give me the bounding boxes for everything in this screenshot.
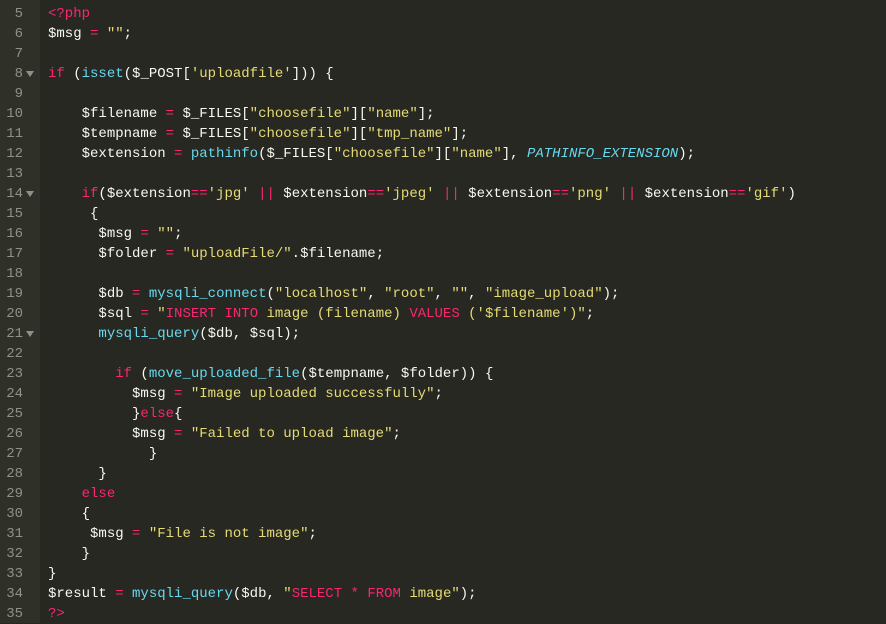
code-line[interactable]: $msg = ""; (48, 24, 796, 44)
line-number: 28 (4, 464, 34, 484)
line-number: 34 (4, 584, 34, 604)
line-number: 35 (4, 604, 34, 624)
line-number: 23 (4, 364, 34, 384)
line-number: 20 (4, 304, 34, 324)
code-line[interactable]: mysqli_query($db, $sql); (48, 324, 796, 344)
code-line[interactable]: } (48, 464, 796, 484)
line-number: 15 (4, 204, 34, 224)
code-line[interactable]: ?> (48, 604, 796, 624)
line-number: 29 (4, 484, 34, 504)
code-line[interactable]: $filename = $_FILES["choosefile"]["name"… (48, 104, 796, 124)
code-line[interactable]: $msg = "Failed to upload image"; (48, 424, 796, 444)
code-line[interactable]: $db = mysqli_connect("localhost", "root"… (48, 284, 796, 304)
code-line[interactable] (48, 84, 796, 104)
line-number: 7 (4, 44, 34, 64)
code-line[interactable]: { (48, 504, 796, 524)
line-number: 12 (4, 144, 34, 164)
line-number: 21 (4, 324, 34, 344)
code-line[interactable]: } (48, 564, 796, 584)
code-line[interactable]: $sql = "INSERT INTO image (filename) VAL… (48, 304, 796, 324)
line-number: 9 (4, 84, 34, 104)
line-number: 5 (4, 4, 34, 24)
code-line[interactable] (48, 44, 796, 64)
code-line[interactable]: { (48, 204, 796, 224)
line-number: 13 (4, 164, 34, 184)
code-line[interactable]: $folder = "uploadFile/".$filename; (48, 244, 796, 264)
line-number: 30 (4, 504, 34, 524)
fold-toggle-icon[interactable] (26, 191, 34, 197)
line-number: 33 (4, 564, 34, 584)
line-number: 8 (4, 64, 34, 84)
code-line[interactable]: $msg = "Image uploaded successfully"; (48, 384, 796, 404)
line-number: 18 (4, 264, 34, 284)
line-number-gutter: 5678910111213141516171819202122232425262… (0, 0, 40, 623)
code-line[interactable] (48, 264, 796, 284)
code-line[interactable]: $extension = pathinfo($_FILES["choosefil… (48, 144, 796, 164)
code-line[interactable]: $tempname = $_FILES["choosefile"]["tmp_n… (48, 124, 796, 144)
code-editor-content[interactable]: <?php$msg = ""; if (isset($_POST['upload… (40, 0, 796, 623)
code-line[interactable] (48, 164, 796, 184)
code-line[interactable]: }else{ (48, 404, 796, 424)
line-number: 16 (4, 224, 34, 244)
line-number: 22 (4, 344, 34, 364)
line-number: 6 (4, 24, 34, 44)
line-number: 17 (4, 244, 34, 264)
code-line[interactable] (48, 344, 796, 364)
code-line[interactable]: if($extension=='jpg' || $extension=='jpe… (48, 184, 796, 204)
code-line[interactable]: $result = mysqli_query($db, "SELECT * FR… (48, 584, 796, 604)
line-number: 24 (4, 384, 34, 404)
code-line[interactable]: } (48, 444, 796, 464)
line-number: 32 (4, 544, 34, 564)
fold-toggle-icon[interactable] (26, 331, 34, 337)
code-line[interactable]: $msg = "File is not image"; (48, 524, 796, 544)
code-line[interactable]: $msg = ""; (48, 224, 796, 244)
code-line[interactable]: else (48, 484, 796, 504)
line-number: 10 (4, 104, 34, 124)
code-line[interactable]: <?php (48, 4, 796, 24)
line-number: 14 (4, 184, 34, 204)
line-number: 26 (4, 424, 34, 444)
code-line[interactable]: } (48, 544, 796, 564)
fold-toggle-icon[interactable] (26, 71, 34, 77)
code-line[interactable]: if (move_uploaded_file($tempname, $folde… (48, 364, 796, 384)
code-line[interactable]: if (isset($_POST['uploadfile'])) { (48, 64, 796, 84)
line-number: 25 (4, 404, 34, 424)
line-number: 27 (4, 444, 34, 464)
line-number: 11 (4, 124, 34, 144)
line-number: 19 (4, 284, 34, 304)
line-number: 31 (4, 524, 34, 544)
